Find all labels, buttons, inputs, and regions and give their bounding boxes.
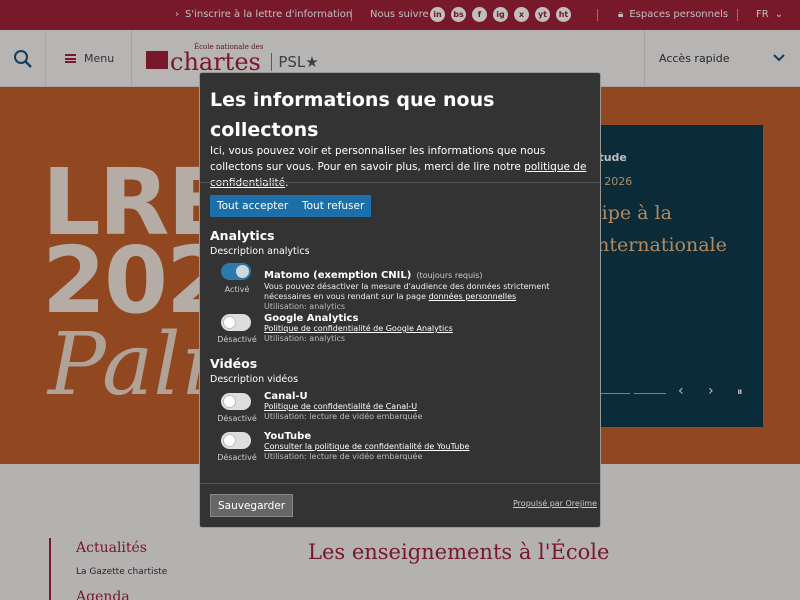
youtube-state: Désactivé <box>217 453 257 462</box>
canal-u-service: Canal-U Politique de confidentialité de … <box>264 391 589 422</box>
videos-section-title: Vidéos <box>210 356 258 371</box>
analytics-section-title: Analytics <box>210 228 275 243</box>
matomo-note: (toujours requis) <box>416 271 483 280</box>
videos-section-desc: Description vidéos <box>210 374 299 385</box>
modal-description-text: Ici, vous pouvez voir et personnaliser l… <box>210 145 546 173</box>
matomo-toggle[interactable] <box>221 263 251 280</box>
google-analytics-service: Google Analytics Politique de confidenti… <box>264 313 589 344</box>
divider <box>200 182 600 183</box>
youtube-name: YouTube <box>264 431 312 442</box>
canal-u-name: Canal-U <box>264 391 308 402</box>
personal-data-link[interactable]: données personnelles <box>429 292 517 301</box>
canal-u-state: Désactivé <box>217 414 257 423</box>
canal-u-policy-link[interactable]: Politique de confidentialité de Canal-U <box>264 402 589 412</box>
youtube-usage: Utilisation: lecture de vidéo embarquée <box>264 452 423 461</box>
canal-u-usage: Utilisation: lecture de vidéo embarquée <box>264 412 423 421</box>
accept-all-button[interactable]: Tout accepter <box>210 195 296 217</box>
google-analytics-usage: Utilisation: analytics <box>264 334 346 343</box>
matomo-name: Matomo (exemption CNIL) <box>264 270 412 281</box>
google-analytics-name: Google Analytics <box>264 313 359 324</box>
canal-u-toggle[interactable] <box>221 393 251 410</box>
divider <box>200 483 600 484</box>
youtube-policy-link[interactable]: Consulter la politique de confidentialit… <box>264 442 589 452</box>
google-analytics-state: Désactivé <box>217 335 257 344</box>
powered-by-link[interactable]: Propulsé par Orejime <box>513 499 597 508</box>
matomo-usage: Utilisation: analytics <box>264 302 346 311</box>
modal-title: Les informations que nous collectons <box>210 89 495 141</box>
save-button[interactable]: Sauvegarder <box>210 494 294 517</box>
google-analytics-policy-link[interactable]: Politique de confidentialité de Google A… <box>264 324 589 334</box>
matomo-description: Vous pouvez désactiver la mesure d'audie… <box>264 282 589 302</box>
youtube-toggle[interactable] <box>221 432 251 449</box>
consent-modal: Les informations que nous collectons Ici… <box>199 72 601 528</box>
modal-description-end: . <box>285 177 289 189</box>
youtube-service: YouTube Consulter la politique de confid… <box>264 431 589 462</box>
modal-description: Ici, vous pouvez voir et personnaliser l… <box>210 143 595 191</box>
google-analytics-toggle[interactable] <box>221 314 251 331</box>
matomo-service: Matomo (exemption CNIL) (toujours requis… <box>264 263 589 312</box>
matomo-state: Activé <box>224 285 250 294</box>
analytics-section-desc: Description analytics <box>210 246 310 257</box>
reject-all-button[interactable]: Tout refuser <box>295 195 372 217</box>
